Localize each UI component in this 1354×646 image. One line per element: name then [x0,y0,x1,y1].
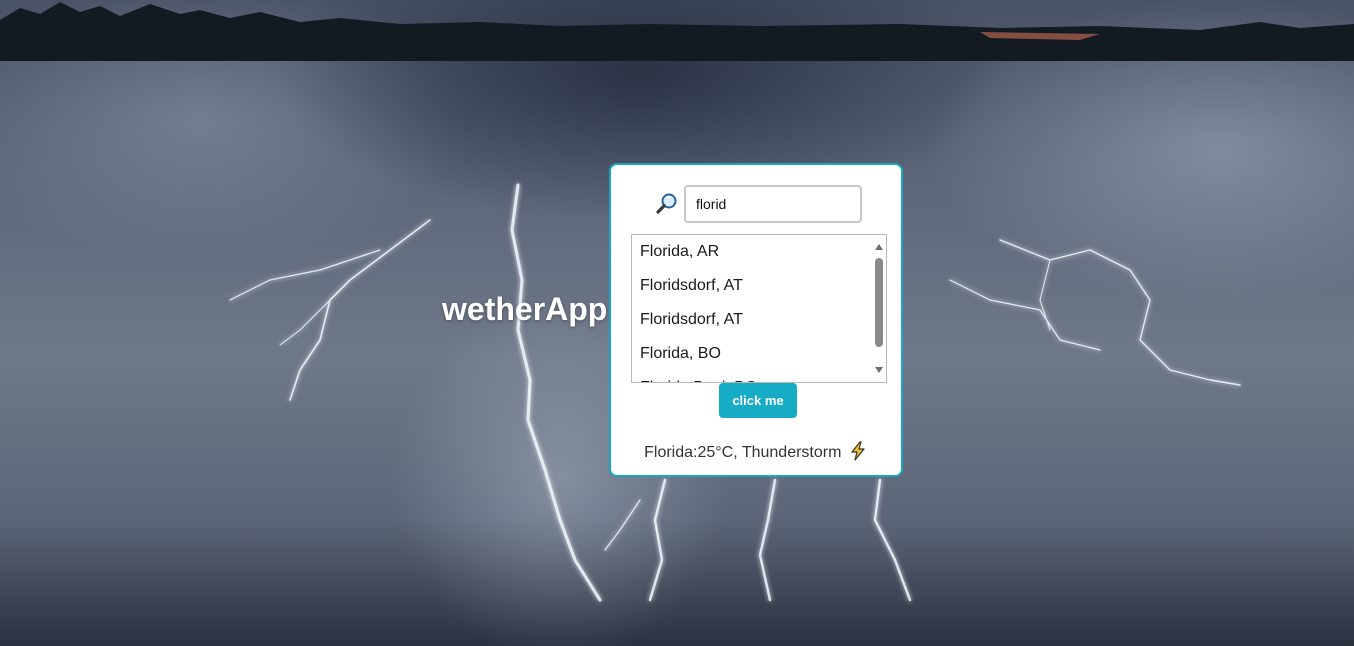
weather-card: Florida, AR Floridsdorf, AT Floridsdorf,… [609,163,903,477]
weather-result-text: Florida:25°C, Thunderstorm [644,444,842,461]
search-row [655,185,862,223]
suggestion-item[interactable]: Florida Beni, BO [632,371,886,382]
suggestion-scrollbar[interactable] [872,235,886,382]
suggestion-item[interactable]: Florida, AR [632,235,886,269]
city-search-input[interactable] [684,185,862,223]
weather-result: Florida:25°C, Thunderstorm [611,441,901,462]
app-title: wetherApp [442,291,608,327]
scroll-up-arrow-icon[interactable] [875,244,883,250]
suggestion-item[interactable]: Floridsdorf, AT [632,269,886,303]
magnifying-glass-icon [655,192,679,216]
suggestion-item[interactable]: Floridsdorf, AT [632,303,886,337]
treeline-silhouette [0,2,1354,61]
suggestion-item[interactable]: Florida, BO [632,337,886,371]
lightning-bolt-icon [848,441,868,461]
city-suggestion-list[interactable]: Florida, AR Floridsdorf, AT Floridsdorf,… [631,234,887,383]
scroll-down-arrow-icon[interactable] [875,367,883,373]
click-me-button[interactable]: click me [719,383,797,418]
scrollbar-thumb[interactable] [875,258,883,347]
